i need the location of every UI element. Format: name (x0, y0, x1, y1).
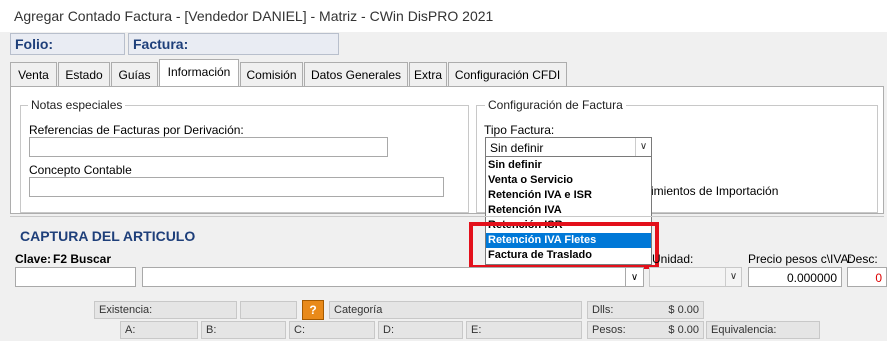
clave-label: Clave: (15, 252, 52, 266)
window-title: Agregar Contado Factura - [Vendedor DANI… (14, 8, 494, 24)
dlls-label: Dlls: (592, 304, 614, 316)
pesos-label: Pesos: (592, 324, 626, 336)
desc-input[interactable]: 0 (847, 267, 887, 287)
unidad-select[interactable]: ∨ (649, 267, 742, 287)
tab-informacion[interactable]: Información (159, 59, 239, 87)
expand-chevron-icon[interactable]: ∨ (625, 267, 644, 287)
referencias-input[interactable] (29, 137, 388, 157)
tipo-factura-select[interactable]: Sin definir ∨ (485, 137, 652, 157)
tab-configuracion-cfdi[interactable]: Configuración CFDI (448, 62, 567, 86)
pesos-field: Pesos: $ 0.00 (587, 321, 704, 339)
descripcion-input[interactable] (142, 267, 626, 287)
c-field: C: (289, 321, 375, 339)
tab-estado[interactable]: Estado (58, 62, 110, 86)
tipo-factura-value: Sin definir (490, 141, 544, 155)
pesos-value: $ 0.00 (668, 324, 699, 336)
captura-title: CAPTURA DEL ARTICULO (20, 228, 196, 244)
chevron-down-icon[interactable]: ∨ (635, 138, 651, 156)
title-bar: Agregar Contado Factura - [Vendedor DANI… (0, 0, 887, 32)
concepto-label: Concepto Contable (29, 163, 132, 177)
existencia-field: Existencia: (94, 301, 237, 319)
e-field: E: (466, 321, 582, 339)
option-sin-definir[interactable]: Sin definir (486, 158, 651, 173)
unidad-label: Unidad: (652, 252, 694, 266)
config-legend: Configuración de Factura (485, 98, 626, 112)
tipo-factura-label: Tipo Factura: (484, 123, 555, 137)
concepto-input[interactable] (29, 177, 444, 197)
notas-legend: Notas especiales (28, 98, 126, 112)
folio-label: Folio: (15, 36, 54, 52)
referencias-label: Referencias de Facturas por Derivación: (29, 123, 244, 137)
factura-label: Factura: (133, 36, 189, 52)
b-field: B: (201, 321, 286, 339)
categoria-field: Categoría (329, 301, 582, 319)
clave-input[interactable] (15, 267, 136, 287)
dlls-field: Dlls: $ 0.00 (587, 301, 704, 319)
equivalencia-field: Equivalencia: (706, 321, 820, 339)
tab-extra[interactable]: Extra (409, 62, 447, 86)
tab-venta[interactable]: Venta (10, 62, 57, 86)
desc-label: Desc: (847, 252, 878, 266)
option-venta-servicio[interactable]: Venta o Servicio (486, 173, 651, 188)
precio-label: Precio pesos c\IVA: (748, 252, 852, 266)
a-field: A: (120, 321, 198, 339)
tab-datos-generales[interactable]: Datos Generales (304, 62, 408, 86)
importacion-text: imientos de Importación (651, 184, 779, 198)
chevron-down-icon[interactable]: ∨ (725, 268, 741, 286)
d-field: D: (378, 321, 463, 339)
help-button[interactable]: ? (302, 300, 324, 320)
tab-comision[interactable]: Comisión (240, 62, 303, 86)
option-retencion-iva-isr[interactable]: Retención IVA e ISR (486, 188, 651, 203)
folio-field: Folio: (10, 33, 125, 55)
precio-input[interactable]: 0.000000 (748, 267, 842, 287)
buscar-label: F2 Buscar (53, 252, 112, 266)
existencia-value (240, 301, 297, 319)
factura-field: Factura: (128, 33, 339, 55)
dlls-value: $ 0.00 (668, 304, 699, 316)
tab-guias[interactable]: Guías (111, 62, 158, 86)
